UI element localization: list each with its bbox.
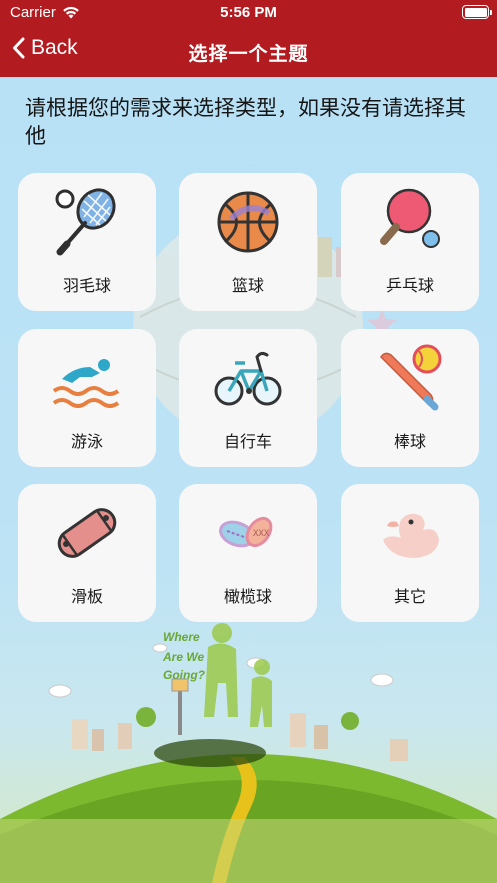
topic-tile-swimming[interactable]: 游泳 (18, 329, 156, 467)
topic-tile-badminton[interactable]: 羽毛球 (18, 173, 156, 311)
instruction-text: 请根据您的需求来选择类型，如果没有请选择其他 (25, 96, 466, 148)
rubber-duck-icon (375, 498, 445, 568)
navigation-bar: Back 选择一个主题 (0, 26, 497, 77)
rugby-ball-icon: XXX (213, 498, 283, 568)
battery-icon (462, 5, 492, 19)
topic-tile-skateboard[interactable]: 滑板 (18, 484, 156, 622)
sign-line-1: Where (163, 630, 200, 644)
status-bar: Carrier 5:56 PM (0, 0, 497, 26)
topic-tile-basketball[interactable]: 篮球 (179, 173, 317, 311)
swimmer-icon (52, 343, 122, 413)
topic-tile-rugby[interactable]: XXX 橄榄球 (179, 484, 317, 622)
status-time: 5:56 PM (220, 4, 277, 21)
topic-label: 游泳 (70, 432, 103, 451)
topic-label: 自行车 (223, 432, 272, 451)
topic-label: 橄榄球 (223, 587, 272, 606)
ping-pong-paddle-icon (375, 187, 445, 257)
page-title: 选择一个主题 (188, 43, 309, 65)
topic-label: 乒乓球 (385, 276, 434, 295)
skateboard-icon (52, 498, 122, 568)
svg-text:XXX: XXX (253, 529, 270, 539)
baseball-bat-icon (375, 343, 445, 413)
topic-tile-baseball[interactable]: 棒球 (341, 329, 479, 467)
topic-label: 棒球 (393, 432, 426, 451)
topic-label: 滑板 (70, 587, 103, 606)
basketball-icon (213, 187, 283, 257)
badminton-racket-icon (52, 187, 122, 257)
topic-label: 其它 (393, 587, 426, 606)
topic-label: 篮球 (231, 276, 264, 295)
topic-tile-cycling[interactable]: 自行车 (179, 329, 317, 467)
topic-tile-other[interactable]: 其它 (341, 484, 479, 622)
bicycle-icon (213, 343, 283, 413)
topic-picker-screen: Where Are We Going? 请根据您的需求来选择类型，如果没有请选择… (0, 77, 497, 883)
topic-label: 羽毛球 (62, 276, 111, 295)
topic-tile-ping-pong[interactable]: 乒乓球 (341, 173, 479, 311)
sign-line-2: Are We (162, 650, 204, 664)
